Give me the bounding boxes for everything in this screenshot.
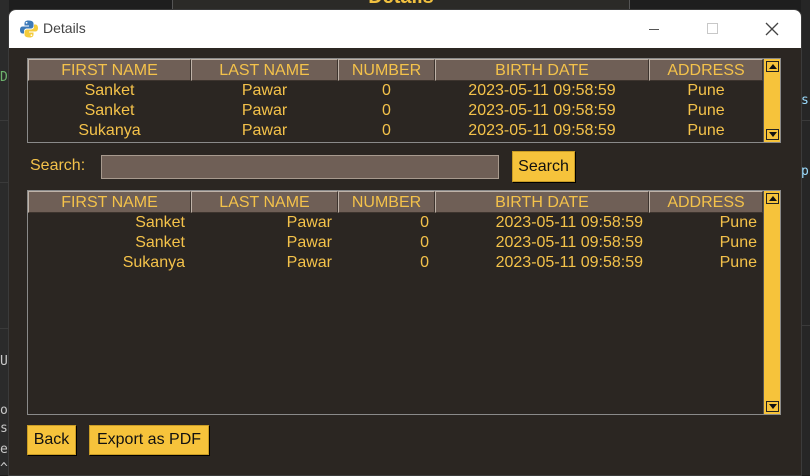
background-text: D — [0, 70, 8, 85]
table-row[interactable]: Sanket Pawar 0 2023-05-11 09:58:59 Pune — [28, 101, 763, 121]
title-bar[interactable]: Details — [9, 10, 801, 48]
column-header-first-name[interactable]: FIRST NAME — [28, 191, 191, 213]
column-header-last-name[interactable]: LAST NAME — [191, 59, 338, 81]
window-title: Details — [43, 20, 86, 36]
cell-number: 0 — [420, 254, 429, 271]
cell-number: 0 — [420, 214, 429, 231]
background-divider — [0, 328, 9, 329]
background-text: ^ — [0, 461, 8, 476]
table-header: FIRST NAME LAST NAME NUMBER BIRTH DATE A… — [28, 191, 763, 213]
table-row[interactable]: Sukanya Pawar 0 2023-05-11 09:58:59 Pune — [28, 121, 763, 141]
cell-address: Pune — [687, 122, 725, 139]
search-label: Search: — [30, 157, 86, 174]
close-icon[interactable] — [743, 10, 801, 48]
column-header-birth-date[interactable]: BIRTH DATE — [435, 191, 649, 213]
top-table-scrollbar[interactable] — [763, 59, 780, 142]
top-records-table[interactable]: FIRST NAME LAST NAME NUMBER BIRTH DATE A… — [27, 58, 781, 143]
table-row[interactable]: Sanket Pawar 0 2023-05-11 09:58:59 Pune — [28, 81, 763, 101]
cell-last-name: Pawar — [286, 254, 332, 271]
cell-number: 0 — [382, 82, 391, 99]
cell-last-name: Pawar — [241, 122, 288, 139]
cell-number: 0 — [382, 122, 391, 139]
column-header-last-name[interactable]: LAST NAME — [191, 191, 338, 213]
background-text: o — [0, 403, 8, 418]
cell-birth-date: 2023-05-11 09:58:59 — [495, 214, 643, 231]
column-header-number[interactable]: NUMBER — [338, 191, 435, 213]
cell-number: 0 — [382, 102, 391, 119]
column-header-address[interactable]: ADDRESS — [649, 191, 763, 213]
background-divider — [0, 120, 9, 121]
cell-birth-date: 2023-05-11 09:58:59 — [495, 234, 643, 251]
cell-birth-date: 2023-05-11 09:58:59 — [468, 102, 616, 119]
table-row[interactable]: Sanket Pawar 0 2023-05-11 09:58:59 Pune — [28, 233, 763, 253]
cell-number: 0 — [420, 234, 429, 251]
python-icon — [20, 20, 38, 38]
cell-address: Pune — [719, 254, 757, 271]
cell-address: Pune — [719, 214, 757, 231]
background-divider — [0, 182, 9, 183]
close-x-glyph — [765, 22, 779, 36]
column-header-number[interactable]: NUMBER — [338, 59, 435, 81]
column-header-first-name[interactable]: FIRST NAME — [28, 59, 191, 81]
cell-first-name: Sanket — [84, 102, 135, 119]
background-divider — [801, 120, 810, 121]
scroll-up-arrow-icon[interactable] — [766, 61, 779, 72]
cell-birth-date: 2023-05-11 09:58:59 — [468, 122, 616, 139]
table-header: FIRST NAME LAST NAME NUMBER BIRTH DATE A… — [28, 59, 763, 81]
table-body: Sanket Pawar 0 2023-05-11 09:58:59 Pune … — [28, 81, 763, 141]
maximize-icon[interactable] — [683, 10, 741, 48]
cell-address: Pune — [719, 234, 757, 251]
table-row[interactable]: Sanket Pawar 0 2023-05-11 09:58:59 Pune — [28, 213, 763, 233]
background-text: s — [801, 93, 809, 108]
table-row[interactable]: Sukanya Pawar 0 2023-05-11 09:58:59 Pune — [28, 253, 763, 273]
results-table-scrollbar[interactable] — [763, 191, 780, 414]
search-input[interactable] — [101, 155, 499, 179]
background-text: e — [0, 442, 8, 457]
scroll-up-arrow-icon[interactable] — [766, 193, 779, 204]
cell-first-name: Sanket — [84, 82, 135, 99]
cell-first-name: Sanket — [135, 214, 185, 231]
background-heading: Details — [172, 0, 630, 10]
cell-birth-date: 2023-05-11 09:58:59 — [495, 254, 643, 271]
cell-birth-date: 2023-05-11 09:58:59 — [468, 82, 616, 99]
cell-last-name: Pawar — [241, 102, 288, 119]
column-header-birth-date[interactable]: BIRTH DATE — [435, 59, 649, 81]
search-results-table[interactable]: FIRST NAME LAST NAME NUMBER BIRTH DATE A… — [27, 190, 781, 415]
cell-last-name: Pawar — [286, 234, 332, 251]
cell-first-name: Sanket — [135, 234, 185, 251]
background-text: s — [0, 421, 8, 436]
scroll-down-arrow-icon[interactable] — [766, 401, 779, 412]
export-pdf-button[interactable]: Export as PDF — [89, 425, 209, 455]
cell-last-name: Pawar — [241, 82, 288, 99]
background-divider — [801, 325, 810, 326]
background-text: p — [801, 164, 809, 179]
background-text: U — [0, 354, 8, 369]
scroll-down-arrow-icon[interactable] — [766, 129, 779, 140]
search-button[interactable]: Search — [512, 151, 575, 182]
background-editor-right — [801, 0, 810, 475]
table-body: Sanket Pawar 0 2023-05-11 09:58:59 Pune … — [28, 213, 763, 273]
cell-address: Pune — [687, 82, 725, 99]
cell-first-name: Sukanya — [78, 122, 141, 139]
details-window: Details FIRST NAME LAST NAME NUMBER BIRT… — [9, 10, 801, 475]
cell-last-name: Pawar — [286, 214, 332, 231]
minimize-icon[interactable] — [625, 10, 683, 48]
back-button[interactable]: Back — [27, 425, 76, 455]
background-heading-text: Details — [173, 0, 629, 9]
cell-first-name: Sukanya — [122, 254, 185, 271]
cell-address: Pune — [687, 102, 725, 119]
column-header-address[interactable]: ADDRESS — [649, 59, 763, 81]
